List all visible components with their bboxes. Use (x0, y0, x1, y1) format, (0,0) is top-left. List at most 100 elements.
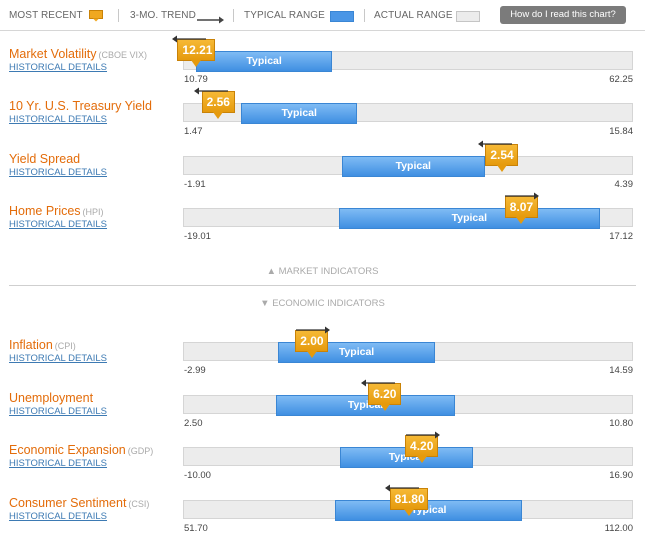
indicator-row-treasury-yield: 10 Yr. U.S. Treasury Yield HISTORICAL DET… (0, 87, 645, 151)
range-min-value: -1.91 (184, 179, 206, 190)
how-to-read-chart-button[interactable]: How do I read this chart? (500, 6, 626, 24)
indicator-title: Consumer Sentiment (CSI) (9, 496, 149, 510)
indicator-row-consumer-sentiment: Consumer Sentiment (CSI) HISTORICAL DETAIL… (0, 484, 645, 548)
actual-range-track: Typical 2.56 (183, 87, 633, 124)
marker-pointer (379, 404, 390, 411)
indicator-row-unemployment: Unemployment HISTORICAL DETAILS Typical 6.2… (0, 379, 645, 443)
indicator-name: Inflation (9, 338, 53, 352)
range-min-value: 51.70 (184, 523, 208, 534)
indicator-abbreviation: (CSI) (128, 499, 150, 509)
most-recent-marker-icon (89, 9, 103, 27)
typical-range-bar: Typical (335, 500, 523, 521)
trend-left-arrow-icon (172, 30, 207, 43)
historical-details-link[interactable]: HISTORICAL DETAILS (9, 114, 107, 125)
trend-left-arrow-icon (384, 479, 419, 492)
historical-details-link[interactable]: HISTORICAL DETAILS (9, 458, 107, 469)
marker-pointer (191, 60, 202, 67)
historical-details-link[interactable]: HISTORICAL DETAILS (9, 511, 107, 522)
range-max-value: 4.39 (614, 179, 634, 190)
typical-range-bar: Typical (341, 156, 485, 177)
legend-actual-range-label: ACTUAL RANGE (374, 10, 453, 21)
typical-range-bar: Typical (338, 208, 601, 229)
actual-range-track: Typical 8.07 (183, 192, 633, 229)
trend-right-arrow-icon (505, 187, 540, 200)
historical-details-link[interactable]: HISTORICAL DETAILS (9, 167, 107, 178)
indicator-name: Consumer Sentiment (9, 496, 127, 510)
most-recent-value: 4.20 (410, 439, 434, 453)
legend-trend-label: 3-MO. TREND (130, 10, 196, 21)
legend-divider (364, 9, 365, 22)
legend-most-recent-label: MOST RECENT (9, 10, 83, 21)
marker-pointer (306, 351, 317, 358)
actual-range-track: Typical 2.54 (183, 140, 633, 177)
marker-pointer (416, 456, 427, 463)
indicator-name: Unemployment (9, 391, 94, 405)
indicator-title: Home Prices (HPI) (9, 204, 104, 218)
most-recent-value: 2.54 (490, 148, 514, 162)
indicator-name: Economic Expansion (9, 443, 126, 457)
marker-pointer (213, 112, 224, 119)
trend-left-arrow-icon (194, 82, 229, 95)
indicator-row-market-volatility: Market Volatility (CBOE VIX) HISTORICAL DE… (0, 35, 645, 99)
indicator-title: Unemployment (9, 391, 93, 405)
trend-left-arrow-icon (360, 374, 395, 387)
range-min-value: -2.99 (184, 365, 206, 376)
typical-range-bar: Typical (241, 103, 358, 124)
typical-range-swatch-icon (330, 9, 354, 27)
trend-arrow-icon (197, 11, 225, 29)
section-divider (9, 285, 636, 286)
range-max-value: 17.12 (609, 231, 633, 242)
marker-pointer (516, 217, 527, 224)
legend-bar: MOST RECENT 3-MO. TREND TYPICAL RANGE AC… (0, 0, 645, 31)
historical-details-link[interactable]: HISTORICAL DETAILS (9, 219, 107, 230)
indicator-title: 10 Yr. U.S. Treasury Yield (9, 99, 152, 113)
indicator-row-economic-expansion: Economic Expansion (GDP) HISTORICAL DETAIL… (0, 431, 645, 495)
range-max-value: 16.90 (609, 470, 633, 481)
trend-right-arrow-icon (295, 321, 330, 334)
legend-typical-range-label: TYPICAL RANGE (244, 10, 325, 21)
historical-details-link[interactable]: HISTORICAL DETAILS (9, 406, 107, 417)
market-indicators-section-toggle[interactable]: ▲ MARKET INDICATORS (0, 266, 645, 277)
marker-pointer (403, 509, 414, 516)
range-max-value: 112.00 (604, 523, 633, 534)
indicator-title: Market Volatility (CBOE VIX) (9, 47, 147, 61)
indicator-title: Economic Expansion (GDP) (9, 443, 153, 457)
indicator-abbreviation: (HPI) (82, 207, 104, 217)
trend-right-arrow-icon (405, 426, 440, 439)
most-recent-value: 6.20 (373, 387, 397, 401)
range-min-value: 1.47 (184, 126, 203, 137)
indicator-name: Yield Spread (9, 152, 81, 166)
indicator-abbreviation: (GDP) (127, 446, 154, 456)
historical-details-link[interactable]: HISTORICAL DETAILS (9, 353, 107, 364)
indicator-row-inflation: Inflation (CPI) HISTORICAL DETAILS Typical 2… (0, 326, 645, 390)
indicator-abbreviation: (CBOE VIX) (98, 50, 148, 60)
historical-details-link[interactable]: HISTORICAL DETAILS (9, 62, 107, 73)
typical-range-bar: Typical (196, 51, 332, 72)
typical-range-bar: Typical (276, 395, 456, 416)
range-min-value: 2.50 (184, 418, 203, 429)
legend-divider (118, 9, 119, 22)
actual-range-track: Typical 4.20 (183, 431, 633, 468)
most-recent-value: 8.07 (509, 200, 534, 214)
marker-pointer (496, 165, 507, 172)
actual-range-track: Typical 12.21 (172, 35, 633, 72)
range-min-value: -10.00 (184, 470, 211, 481)
range-min-value: -19.01 (184, 231, 211, 242)
most-recent-value: 12.21 (182, 43, 213, 57)
indicator-abbreviation: (CPI) (54, 341, 76, 351)
indicator-row-home-prices: Home Prices (HPI) HISTORICAL DETAILS Typica… (0, 192, 645, 256)
range-max-value: 10.80 (609, 418, 633, 429)
indicator-title: Yield Spread (9, 152, 80, 166)
most-recent-value: 2.00 (300, 334, 324, 348)
trend-left-arrow-icon (477, 135, 512, 148)
indicator-name: Home Prices (9, 204, 81, 218)
indicator-name: 10 Yr. U.S. Treasury Yield (9, 99, 152, 113)
range-max-value: 62.25 (609, 74, 633, 85)
most-recent-value: 81.80 (394, 492, 425, 506)
actual-range-swatch-icon (456, 9, 480, 27)
most-recent-value: 2.56 (206, 95, 230, 109)
legend-divider (233, 9, 234, 22)
indicator-title: Inflation (CPI) (9, 338, 76, 352)
economic-indicators-section-toggle[interactable]: ▼ ECONOMIC INDICATORS (0, 298, 645, 309)
indicator-row-yield-spread: Yield Spread HISTORICAL DETAILS Typical 2.5… (0, 140, 645, 204)
